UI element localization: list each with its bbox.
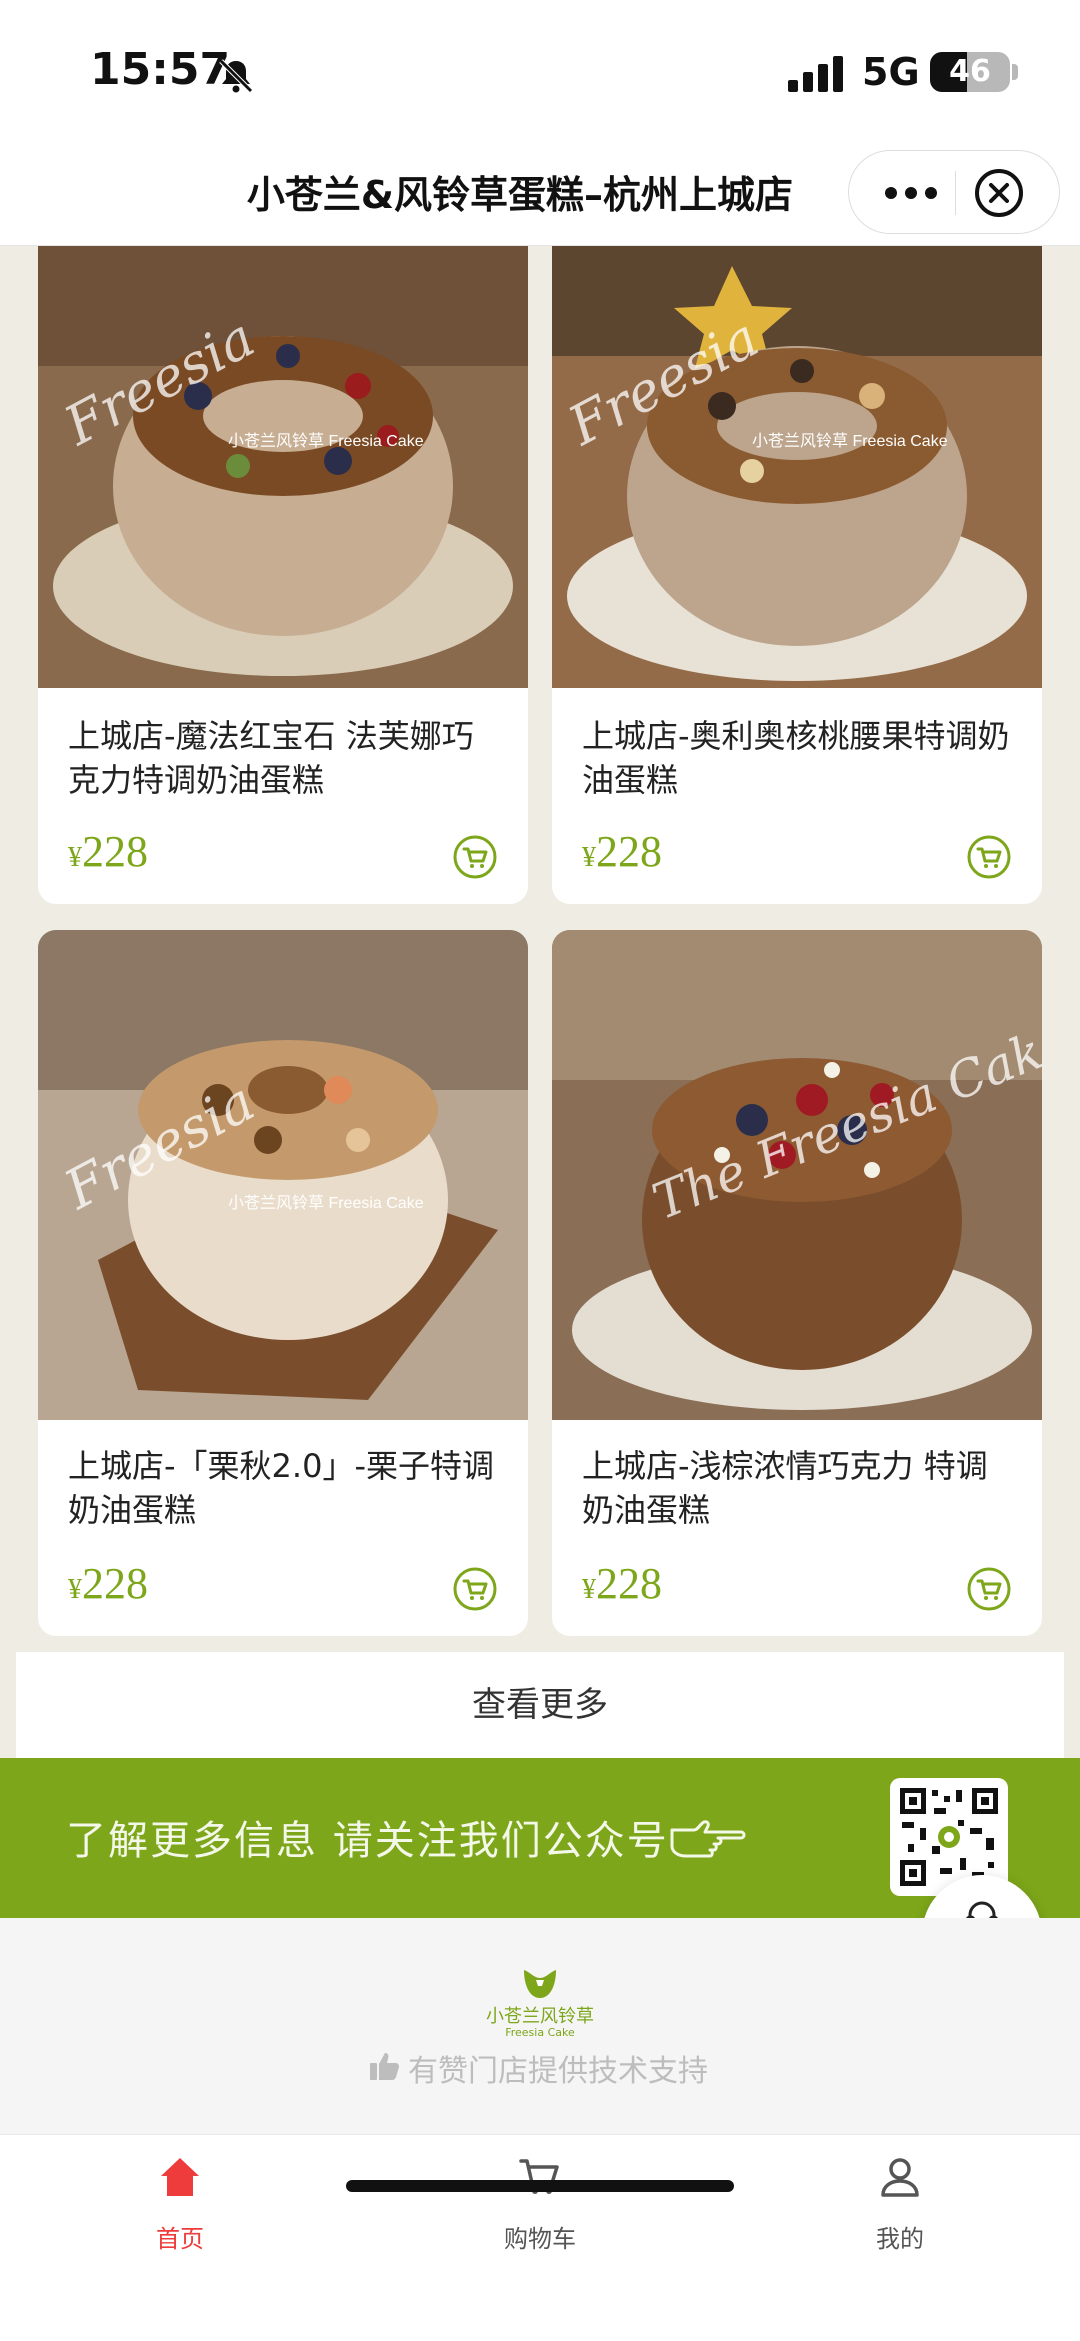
product-image[interactable]: Freesia 小苍兰风铃草 Freesia Cake <box>38 930 528 1420</box>
signal-icon <box>788 56 843 92</box>
brand-name-cn: 小苍兰风铃草 <box>486 2006 594 2027</box>
network-type: 5G <box>862 50 920 94</box>
product-card[interactable]: The Freesia Cake 上城店-浅棕浓情巧克力 特调奶油蛋糕 ¥228 <box>552 930 1042 1636</box>
add-to-cart-icon[interactable] <box>452 1566 498 1612</box>
capsule-divider <box>955 171 956 215</box>
brand-name-en: Freesia Cake <box>505 2026 575 2039</box>
tech-support-text: 有赞门店提供技术支持 <box>408 2054 708 2089</box>
product-image-watermark: 小苍兰风铃草 Freesia Cake <box>228 1194 424 1212</box>
product-card[interactable]: Freesia 小苍兰风铃草 Freesia Cake 上城店-魔法红宝石 法芙… <box>38 246 528 904</box>
product-image-watermark: 小苍兰风铃草 Freesia Cake <box>752 432 948 450</box>
pointing-hand-icon <box>670 1820 746 1858</box>
bell-slash-icon <box>219 59 253 93</box>
price-value: 228 <box>596 1559 662 1608</box>
product-name[interactable]: 上城店-奥利奥核桃腰果特调奶油蛋糕 <box>582 714 1012 802</box>
view-more-button[interactable]: 查看更多 <box>16 1652 1064 1758</box>
nav-bar: 小苍兰&风铃草蛋糕–杭州上城店 <box>0 140 1080 246</box>
tab-label: 我的 <box>876 2225 924 2253</box>
product-name[interactable]: 上城店-浅棕浓情巧克力 特调奶油蛋糕 <box>582 1444 1012 1532</box>
home-indicator <box>346 2180 734 2192</box>
price-currency: ¥ <box>582 1574 596 1605</box>
price-currency: ¥ <box>68 842 82 873</box>
battery-tip <box>1012 64 1018 80</box>
product-image[interactable]: The Freesia Cake <box>552 930 1042 1420</box>
add-to-cart-icon[interactable] <box>966 834 1012 880</box>
thumbs-up-icon <box>370 2053 399 2080</box>
footer: 小苍兰风铃草 Freesia Cake 有赞门店提供技术支持 <box>0 1918 1080 2134</box>
follow-banner[interactable]: 了解更多信息 请关注我们公众号 <box>0 1758 1080 1918</box>
product-image-watermark: 小苍兰风铃草 Freesia Cake <box>228 432 424 450</box>
cart-icon <box>519 2159 559 2194</box>
tab-label: 购物车 <box>504 2225 576 2253</box>
status-bar: 15:57 5G 46 <box>0 0 1080 140</box>
price-value: 228 <box>82 1559 148 1608</box>
user-icon <box>881 2158 919 2197</box>
follow-banner-text: 了解更多信息 请关注我们公众号 <box>66 1818 669 1864</box>
brand-logo-icon <box>524 1970 556 1998</box>
battery-level: 46 <box>949 54 991 89</box>
product-name[interactable]: 上城店-魔法红宝石 法芙娜巧克力特调奶油蛋糕 <box>68 714 498 802</box>
tab-cart[interactable]: 购物车 <box>440 2155 640 2255</box>
product-price: ¥228 <box>68 1558 148 1609</box>
close-icon[interactable] <box>973 167 1025 219</box>
product-card[interactable]: Freesia 小苍兰风铃草 Freesia Cake 上城店-奥利奥核桃腰果特… <box>552 246 1042 904</box>
product-price: ¥228 <box>68 826 148 877</box>
price-currency: ¥ <box>68 1574 82 1605</box>
tab-home[interactable]: 首页 <box>80 2155 280 2255</box>
qr-code-pattern <box>900 1788 998 1886</box>
product-image[interactable]: Freesia 小苍兰风铃草 Freesia Cake <box>552 246 1042 688</box>
battery-icon: 46 <box>930 52 1010 92</box>
add-to-cart-icon[interactable] <box>452 834 498 880</box>
product-price: ¥228 <box>582 826 662 877</box>
mini-program-capsule <box>848 150 1060 234</box>
product-card[interactable]: Freesia 小苍兰风铃草 Freesia Cake 上城店-「栗秋2.0」-… <box>38 930 528 1636</box>
page-title: 小苍兰&风铃草蛋糕–杭州上城店 <box>246 173 794 217</box>
price-value: 228 <box>596 827 662 876</box>
home-icon <box>161 2158 199 2196</box>
product-name[interactable]: 上城店-「栗秋2.0」-栗子特调奶油蛋糕 <box>68 1444 498 1532</box>
product-image[interactable]: Freesia 小苍兰风铃草 Freesia Cake <box>38 246 528 688</box>
tab-bar: 首页 购物车 我的 <box>0 2134 1080 2341</box>
product-price: ¥228 <box>582 1558 662 1609</box>
status-time: 15:57 <box>90 44 231 95</box>
tab-label: 首页 <box>156 2225 204 2253</box>
price-currency: ¥ <box>582 842 596 873</box>
brand-logo: 小苍兰风铃草 Freesia Cake <box>478 1968 602 2050</box>
tab-profile[interactable]: 我的 <box>800 2155 1000 2255</box>
more-icon[interactable] <box>871 165 951 221</box>
price-value: 228 <box>82 827 148 876</box>
add-to-cart-icon[interactable] <box>966 1566 1012 1612</box>
